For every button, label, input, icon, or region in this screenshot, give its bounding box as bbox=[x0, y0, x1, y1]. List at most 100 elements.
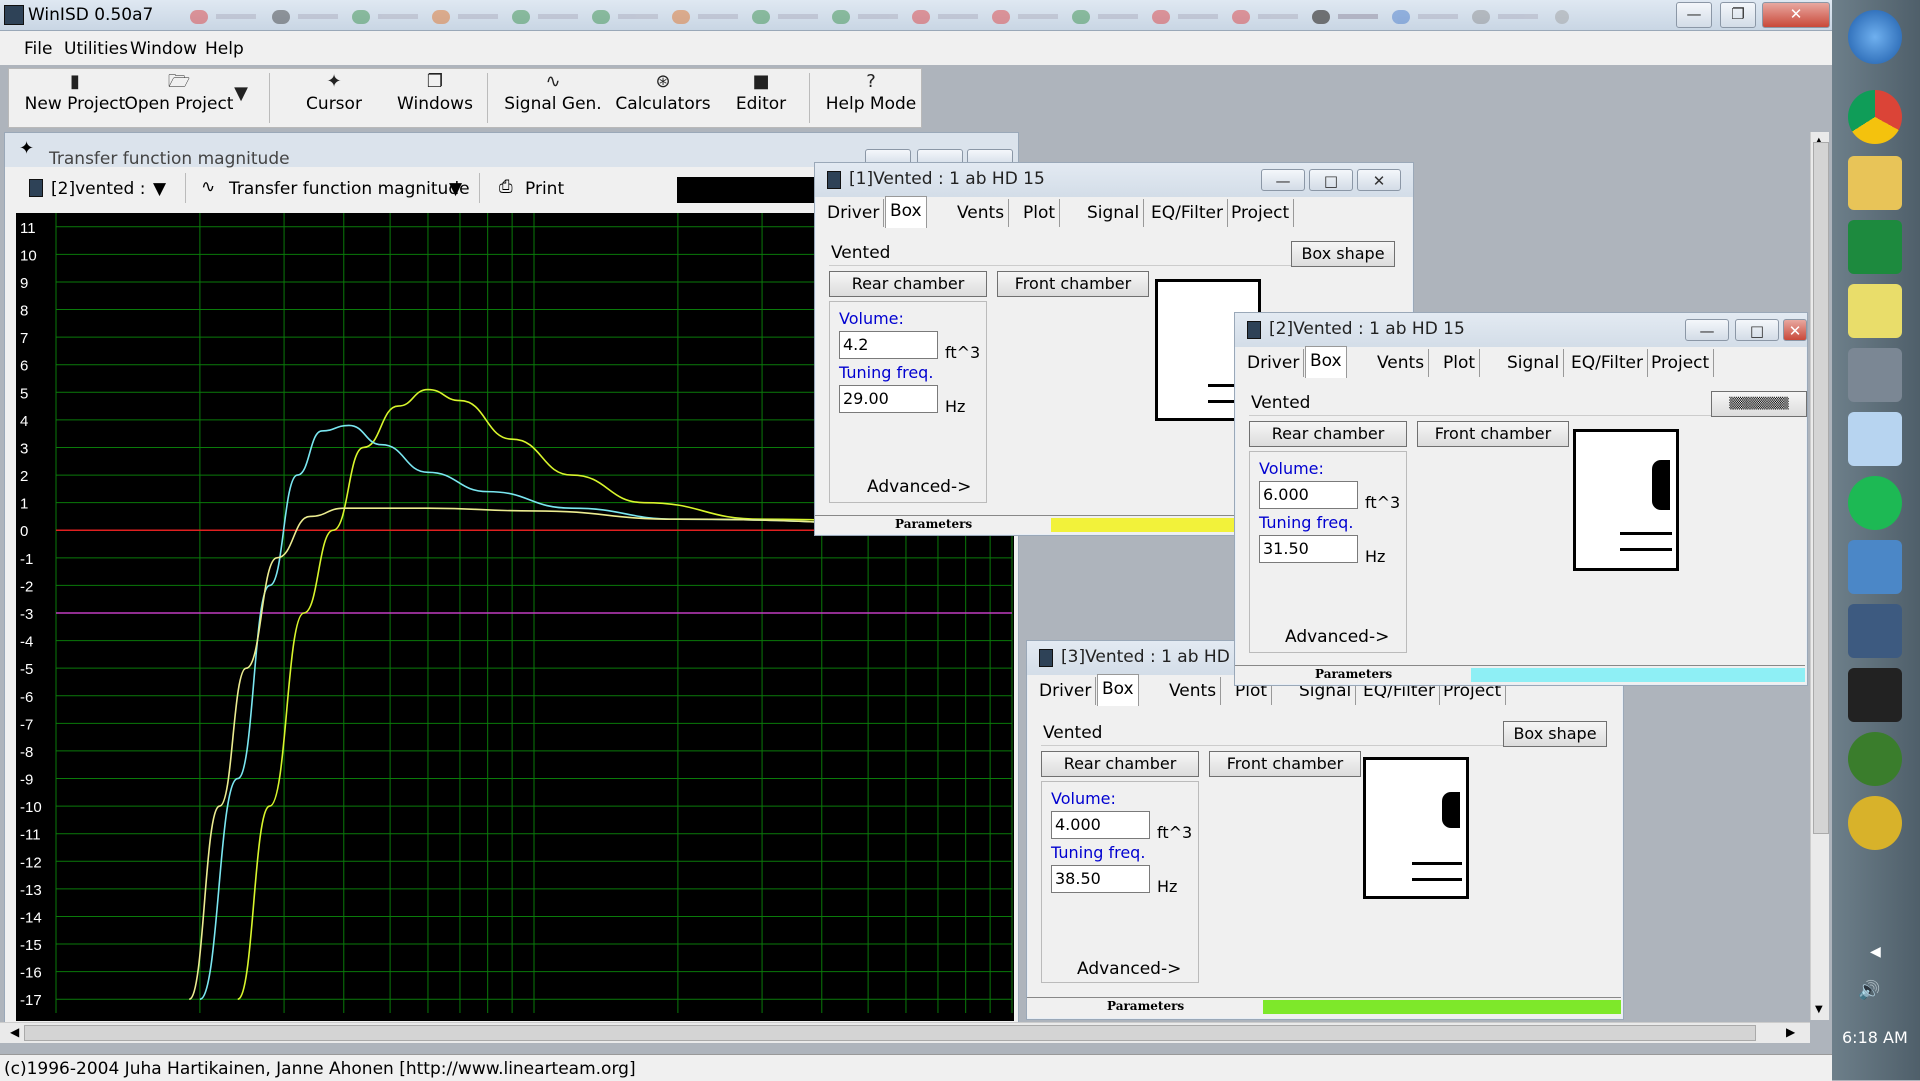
advanced-link[interactable]: Advanced-> bbox=[867, 477, 971, 497]
tab-vents[interactable]: Vents bbox=[953, 199, 1010, 227]
tab-signal[interactable]: Signal bbox=[1083, 199, 1145, 227]
front-chamber-button[interactable]: Front chamber bbox=[997, 271, 1149, 297]
help-mode-button[interactable]: ? Help Mode bbox=[821, 71, 921, 125]
app-icon-green[interactable] bbox=[1848, 220, 1902, 274]
tab-driver[interactable]: Driver bbox=[823, 199, 885, 227]
menu-window[interactable]: Window bbox=[130, 39, 197, 59]
browser-tab[interactable] bbox=[912, 9, 984, 25]
volume-input[interactable]: 4.2 bbox=[839, 331, 938, 359]
scroll-down-icon[interactable]: ▼ bbox=[1815, 1004, 1823, 1015]
volume-input[interactable]: 6.000 bbox=[1259, 481, 1358, 509]
signal-gen-button[interactable]: ∿ Signal Gen. bbox=[499, 71, 607, 125]
close-button[interactable]: ✕ bbox=[1783, 319, 1807, 341]
box-shape-button[interactable]: Box shape bbox=[1291, 241, 1395, 267]
tab-box[interactable]: Box bbox=[1097, 674, 1139, 706]
tab-driver[interactable]: Driver bbox=[1243, 349, 1305, 377]
maximize-button[interactable]: □ bbox=[1309, 169, 1353, 191]
start-button[interactable] bbox=[1848, 10, 1902, 64]
scroll-thumb[interactable] bbox=[1813, 142, 1829, 834]
scroll-left-icon[interactable]: ◀ bbox=[10, 1025, 19, 1039]
rear-chamber-button[interactable]: Rear chamber bbox=[829, 271, 987, 297]
print-button[interactable]: Print bbox=[525, 179, 564, 199]
tuning-freq-input[interactable]: 31.50 bbox=[1259, 535, 1358, 563]
browser-tab[interactable] bbox=[592, 9, 664, 25]
browser-tab[interactable] bbox=[512, 9, 584, 25]
tab-vents[interactable]: Vents bbox=[1165, 677, 1222, 705]
tab-project[interactable]: Project bbox=[1647, 349, 1715, 377]
tab-eq-filter[interactable]: EQ/Filter bbox=[1567, 349, 1648, 377]
mouse-icon[interactable] bbox=[1848, 348, 1902, 402]
minimize-button[interactable]: — bbox=[1676, 2, 1712, 28]
clock[interactable]: 6:18 AM bbox=[1842, 1028, 1908, 1047]
browser-tab[interactable] bbox=[832, 9, 904, 25]
box-shape-button[interactable]: ▒▒▒▒▒▒▒ bbox=[1711, 391, 1807, 417]
open-project-dropdown[interactable]: ▼ bbox=[229, 83, 253, 137]
volume-input[interactable]: 4.000 bbox=[1051, 811, 1150, 839]
box-type-field[interactable]: Vented bbox=[1041, 721, 1503, 746]
menu-utilities[interactable]: Utilities bbox=[64, 39, 128, 59]
minimize-button[interactable]: — bbox=[1261, 169, 1305, 191]
plot-type-caret-icon[interactable]: ▼ bbox=[449, 179, 462, 199]
winisd-icon[interactable] bbox=[1848, 604, 1902, 658]
new-project-button[interactable]: ▮ New Project bbox=[19, 71, 131, 125]
plot-type-select[interactable]: Transfer function magnitude bbox=[229, 179, 470, 199]
box-type-field[interactable]: Vented bbox=[1249, 391, 1711, 416]
vertical-scrollbar[interactable]: ▲ ▼ bbox=[1810, 132, 1829, 1020]
editor-button[interactable]: ■ Editor bbox=[721, 71, 801, 125]
menu-file[interactable]: File bbox=[24, 39, 52, 59]
browser-tab[interactable] bbox=[1072, 9, 1144, 25]
sticky-notes-icon[interactable] bbox=[1848, 284, 1902, 338]
box-shape-button[interactable]: Box shape bbox=[1503, 721, 1607, 747]
tab-box[interactable]: Box bbox=[1305, 346, 1347, 378]
show-hidden-icons[interactable]: ◀ bbox=[1870, 944, 1881, 960]
tab-plot[interactable]: Plot bbox=[1439, 349, 1481, 377]
tuning-freq-input[interactable]: 38.50 bbox=[1051, 865, 1150, 893]
box-type-field[interactable]: Vented bbox=[829, 241, 1291, 266]
browser-tab[interactable] bbox=[672, 9, 744, 25]
browser-tab[interactable] bbox=[1232, 9, 1304, 25]
tuning-freq-input[interactable]: 29.00 bbox=[839, 385, 938, 413]
close-button[interactable]: ✕ bbox=[1357, 169, 1401, 191]
remote-desktop-icon[interactable] bbox=[1848, 540, 1902, 594]
tab-project[interactable]: Project bbox=[1227, 199, 1295, 227]
spotify-icon[interactable] bbox=[1848, 476, 1902, 530]
tab-eq-filter[interactable]: EQ/Filter bbox=[1147, 199, 1228, 227]
tab-vents[interactable]: Vents bbox=[1373, 349, 1430, 377]
tab-plot[interactable]: Plot bbox=[1019, 199, 1061, 227]
calculator-icon[interactable] bbox=[1848, 412, 1902, 466]
rear-chamber-button[interactable]: Rear chamber bbox=[1041, 751, 1199, 777]
app-icon-r[interactable] bbox=[1848, 732, 1902, 786]
rear-chamber-button[interactable]: Rear chamber bbox=[1249, 421, 1407, 447]
browser-tab[interactable] bbox=[190, 9, 262, 25]
windows-button[interactable]: ❐ Windows bbox=[385, 71, 485, 125]
new-tab-icon[interactable] bbox=[1555, 9, 1585, 25]
project-select-caret-icon[interactable]: ▼ bbox=[153, 179, 166, 199]
scroll-right-icon[interactable]: ▶ bbox=[1786, 1025, 1795, 1039]
tab-box[interactable]: Box bbox=[885, 196, 927, 228]
browser-tab[interactable] bbox=[352, 9, 424, 25]
audio-editor-icon[interactable] bbox=[1848, 668, 1902, 722]
minimize-button[interactable]: — bbox=[1685, 319, 1729, 341]
volume-icon[interactable]: 🔊 bbox=[1858, 980, 1880, 1001]
front-chamber-button[interactable]: Front chamber bbox=[1209, 751, 1361, 777]
tab-signal[interactable]: Signal bbox=[1503, 349, 1565, 377]
front-chamber-button[interactable]: Front chamber bbox=[1417, 421, 1569, 447]
maximize-button[interactable]: ❐ bbox=[1720, 2, 1756, 28]
horizontal-scrollbar[interactable]: ◀ ▶ bbox=[0, 1022, 1810, 1043]
cursor-button[interactable]: ✦ Cursor bbox=[289, 71, 379, 125]
browser-tab-active[interactable] bbox=[1312, 9, 1384, 25]
calculators-button[interactable]: ⊛ Calculators bbox=[607, 71, 719, 125]
browser-tab[interactable] bbox=[992, 9, 1064, 25]
close-button[interactable]: ✕ bbox=[1762, 2, 1830, 28]
open-project-button[interactable]: 🗁 Open Project bbox=[123, 71, 235, 125]
disc-icon[interactable] bbox=[1848, 796, 1902, 850]
advanced-link[interactable]: Advanced-> bbox=[1077, 959, 1181, 979]
advanced-link[interactable]: Advanced-> bbox=[1285, 627, 1389, 647]
browser-tab[interactable] bbox=[1472, 9, 1544, 25]
browser-tab[interactable] bbox=[432, 9, 504, 25]
project-select[interactable]: [2]vented : bbox=[51, 179, 145, 199]
chrome-icon[interactable] bbox=[1848, 90, 1902, 144]
scroll-thumb[interactable] bbox=[24, 1025, 1756, 1041]
browser-tab[interactable] bbox=[272, 9, 344, 25]
browser-tab[interactable] bbox=[1392, 9, 1464, 25]
